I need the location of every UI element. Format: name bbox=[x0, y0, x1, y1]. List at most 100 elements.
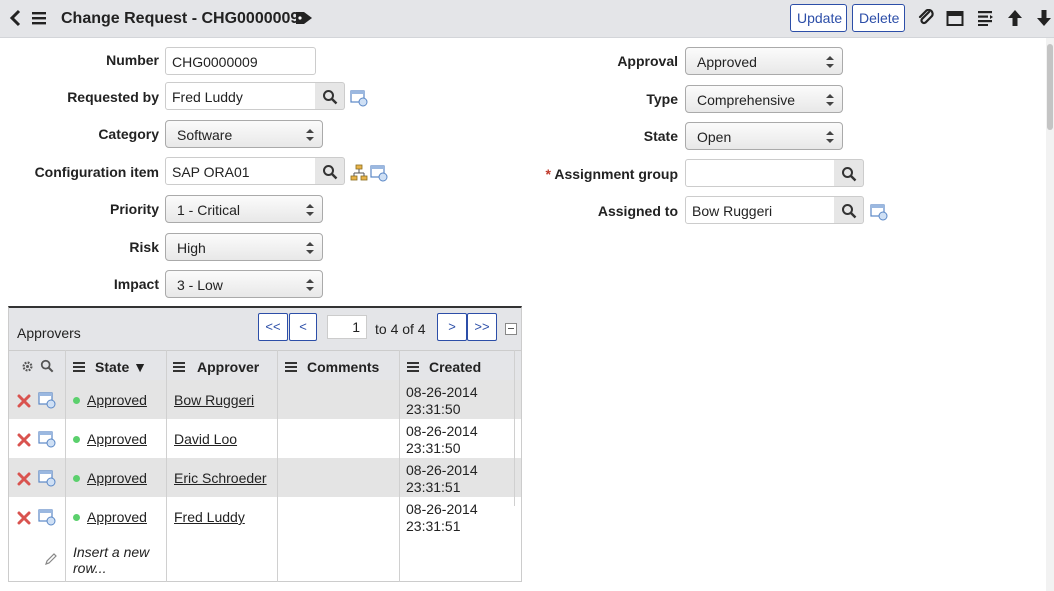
approvers-related-list: Approvers << < 1 to 4 of 4 > >> State ▼ … bbox=[8, 306, 522, 582]
priority-label: Priority bbox=[109, 201, 159, 217]
column-state-header[interactable]: State ▼ bbox=[95, 359, 147, 375]
created-time: 23:31:50 bbox=[406, 401, 461, 417]
state-link[interactable]: Approved bbox=[87, 470, 147, 486]
next-page-button[interactable]: > bbox=[437, 313, 467, 341]
update-button[interactable]: Update bbox=[790, 4, 847, 32]
requested-by-label: Requested by bbox=[67, 89, 159, 105]
paperclip-icon[interactable] bbox=[917, 9, 935, 27]
column-menu-icon[interactable] bbox=[285, 362, 297, 372]
search-icon bbox=[323, 90, 338, 105]
page-number-input[interactable]: 1 bbox=[327, 315, 367, 339]
preview-record-icon[interactable] bbox=[38, 508, 56, 526]
search-icon[interactable] bbox=[40, 359, 54, 373]
select-arrows-icon bbox=[306, 242, 314, 254]
configuration-item-search-button[interactable] bbox=[315, 157, 345, 185]
last-page-button[interactable]: >> bbox=[467, 313, 497, 341]
column-divider bbox=[65, 350, 66, 582]
requested-by-field[interactable]: Fred Luddy bbox=[165, 82, 316, 110]
approval-select[interactable]: Approved bbox=[685, 47, 843, 75]
approvers-list-title: Approvers bbox=[17, 325, 81, 341]
category-select[interactable]: Software bbox=[165, 120, 323, 148]
prev-page-button[interactable]: < bbox=[289, 313, 317, 341]
preview-record-icon[interactable] bbox=[370, 164, 388, 182]
back-icon[interactable] bbox=[8, 9, 24, 27]
state-link[interactable]: Approved bbox=[87, 431, 147, 447]
number-label: Number bbox=[106, 52, 159, 68]
insert-row-text-line2[interactable]: row... bbox=[73, 560, 106, 576]
assignment-group-label: * Assignment group bbox=[545, 166, 679, 182]
assigned-to-search-button[interactable] bbox=[834, 196, 864, 224]
state-value: Open bbox=[697, 129, 732, 145]
column-approver-header[interactable]: Approver bbox=[197, 359, 259, 375]
approval-label: Approval bbox=[617, 53, 678, 69]
assignment-group-search-button[interactable] bbox=[834, 159, 864, 187]
approver-link[interactable]: Bow Ruggeri bbox=[174, 392, 254, 408]
down-arrow-icon[interactable] bbox=[1035, 9, 1053, 27]
delete-row-icon[interactable] bbox=[17, 472, 31, 486]
table-row: Approved Fred Luddy 08-26-2014 23:31:51 bbox=[9, 497, 521, 536]
required-mark: * bbox=[545, 166, 551, 182]
form-header: Change Request - CHG0000009 Update Delet… bbox=[0, 0, 1054, 38]
impact-label: Impact bbox=[113, 276, 159, 292]
column-menu-icon[interactable] bbox=[173, 362, 185, 372]
delete-row-icon[interactable] bbox=[17, 511, 31, 525]
dependency-map-icon[interactable] bbox=[350, 164, 368, 182]
impact-value: 3 - Low bbox=[177, 277, 223, 293]
delete-button[interactable]: Delete bbox=[852, 4, 905, 32]
menu-icon[interactable] bbox=[31, 10, 47, 26]
column-comments-header[interactable]: Comments bbox=[307, 359, 379, 375]
preview-record-icon[interactable] bbox=[38, 469, 56, 487]
state-link[interactable]: Approved bbox=[87, 392, 147, 408]
approval-value: Approved bbox=[697, 54, 757, 70]
state-label: State bbox=[643, 128, 678, 144]
priority-select[interactable]: 1 - Critical bbox=[165, 195, 323, 223]
table-row: Approved Bow Ruggeri 08-26-2014 23:31:50 bbox=[9, 380, 521, 419]
delete-row-icon[interactable] bbox=[17, 433, 31, 447]
column-header-row: State ▼ Approver Comments Created bbox=[9, 350, 521, 380]
insert-row[interactable]: Insert a new row... bbox=[9, 536, 521, 582]
calendar-icon[interactable] bbox=[946, 9, 964, 27]
created-date: 08-26-2014 bbox=[406, 384, 478, 400]
select-arrows-icon bbox=[306, 129, 314, 141]
assigned-to-field[interactable]: Bow Ruggeri bbox=[685, 196, 835, 224]
search-icon bbox=[842, 167, 857, 182]
state-select[interactable]: Open bbox=[685, 122, 843, 150]
requested-by-search-button[interactable] bbox=[315, 82, 345, 110]
approver-link[interactable]: David Loo bbox=[174, 431, 237, 447]
configuration-item-field[interactable]: SAP ORA01 bbox=[165, 157, 316, 185]
up-arrow-icon[interactable] bbox=[1006, 9, 1024, 27]
assignment-group-field[interactable] bbox=[685, 159, 835, 187]
status-dot bbox=[73, 475, 80, 482]
configuration-item-label: Configuration item bbox=[34, 164, 159, 180]
approvers-list-header: Approvers << < 1 to 4 of 4 > >> bbox=[9, 308, 521, 350]
select-arrows-icon bbox=[826, 131, 834, 143]
gear-icon[interactable] bbox=[21, 360, 34, 373]
preview-record-icon[interactable] bbox=[870, 203, 888, 221]
category-label: Category bbox=[98, 126, 159, 142]
insert-row-text-line1[interactable]: Insert a new bbox=[73, 544, 149, 560]
preview-record-icon[interactable] bbox=[350, 89, 368, 107]
column-menu-icon[interactable] bbox=[73, 362, 85, 372]
scrollbar-thumb[interactable] bbox=[1047, 44, 1053, 130]
approver-link[interactable]: Eric Schroeder bbox=[174, 470, 267, 486]
page-scrollbar[interactable] bbox=[1046, 38, 1054, 591]
approver-link[interactable]: Fred Luddy bbox=[174, 509, 245, 525]
delete-row-icon[interactable] bbox=[17, 394, 31, 408]
more-options-icon[interactable] bbox=[976, 9, 994, 27]
first-page-button[interactable]: << bbox=[258, 313, 288, 341]
select-arrows-icon bbox=[826, 94, 834, 106]
state-link[interactable]: Approved bbox=[87, 509, 147, 525]
risk-select[interactable]: High bbox=[165, 233, 323, 261]
tag-icon[interactable] bbox=[295, 10, 313, 26]
preview-record-icon[interactable] bbox=[38, 391, 56, 409]
preview-record-icon[interactable] bbox=[38, 430, 56, 448]
type-select[interactable]: Comprehensive bbox=[685, 85, 843, 113]
column-created-header[interactable]: Created bbox=[429, 359, 481, 375]
column-menu-icon[interactable] bbox=[407, 362, 419, 372]
type-label: Type bbox=[646, 91, 678, 107]
collapse-list-button[interactable] bbox=[505, 323, 517, 335]
number-field[interactable]: CHG0000009 bbox=[165, 47, 316, 75]
search-icon bbox=[842, 204, 857, 219]
created-time: 23:31:51 bbox=[406, 518, 461, 534]
impact-select[interactable]: 3 - Low bbox=[165, 270, 323, 298]
